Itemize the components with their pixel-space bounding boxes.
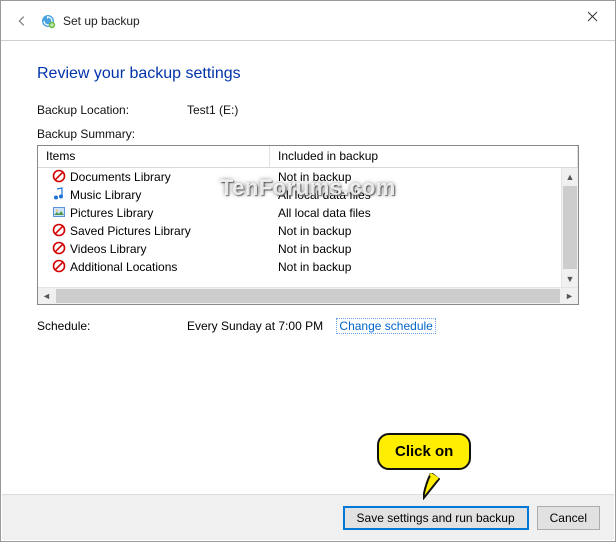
item-name: Saved Pictures Library — [70, 224, 191, 238]
music-icon — [52, 187, 66, 204]
list-item[interactable]: Saved Pictures Library Not in backup — [38, 222, 561, 240]
list-header: Items Included in backup — [38, 146, 578, 168]
backup-app-icon — [39, 12, 57, 30]
prohibit-icon — [52, 169, 66, 186]
back-button[interactable] — [11, 10, 33, 32]
list-item[interactable]: Videos Library Not in backup — [38, 240, 561, 258]
titlebar: Set up backup — [1, 1, 615, 41]
vertical-scrollbar[interactable]: ▲ ▼ — [561, 168, 578, 287]
pictures-icon — [52, 205, 66, 222]
scroll-thumb[interactable] — [563, 186, 577, 269]
scroll-right-icon[interactable]: ► — [561, 288, 578, 304]
list-body: Documents Library Not in backup Music Libr… — [38, 168, 561, 287]
column-header-items[interactable]: Items — [38, 146, 270, 167]
prohibit-icon — [52, 223, 66, 240]
schedule-row: Schedule: Every Sunday at 7:00 PM Change… — [37, 319, 579, 333]
close-button[interactable] — [569, 1, 615, 31]
scroll-left-icon[interactable]: ◄ — [38, 288, 55, 304]
scroll-track[interactable] — [56, 289, 560, 303]
item-status: Not in backup — [270, 260, 561, 274]
item-status: All local data files — [270, 206, 561, 220]
backup-summary-label: Backup Summary: — [37, 127, 135, 141]
backup-summary-label-row: Backup Summary: — [37, 127, 579, 141]
scroll-up-icon[interactable]: ▲ — [562, 168, 578, 185]
item-name: Pictures Library — [70, 206, 153, 220]
item-status: Not in backup — [270, 224, 561, 238]
button-bar: Save settings and run backup Cancel — [2, 494, 614, 540]
cancel-button[interactable]: Cancel — [537, 506, 600, 530]
annotation-callout-tail — [423, 473, 453, 503]
content-area: Review your backup settings Backup Locat… — [1, 41, 615, 333]
item-cell: Videos Library — [38, 241, 270, 258]
backup-location-value: Test1 (E:) — [187, 103, 579, 117]
prohibit-icon — [52, 259, 66, 276]
window-title: Set up backup — [63, 14, 140, 28]
save-and-run-button[interactable]: Save settings and run backup — [343, 506, 529, 530]
item-cell: Pictures Library — [38, 205, 270, 222]
summary-listbox: Items Included in backup Documents Libra… — [37, 145, 579, 305]
item-name: Additional Locations — [70, 260, 177, 274]
list-item[interactable]: Additional Locations Not in backup — [38, 258, 561, 276]
prohibit-icon — [52, 241, 66, 258]
item-status: All local data files — [270, 188, 561, 202]
change-schedule-link[interactable]: Change schedule — [336, 318, 435, 334]
page-heading: Review your backup settings — [37, 65, 579, 83]
list-item[interactable]: Music Library All local data files — [38, 186, 561, 204]
list-item[interactable]: Documents Library Not in backup — [38, 168, 561, 186]
item-cell: Additional Locations — [38, 259, 270, 276]
column-header-included[interactable]: Included in backup — [270, 146, 578, 167]
schedule-value: Every Sunday at 7:00 PM — [187, 319, 323, 333]
item-status: Not in backup — [270, 170, 561, 184]
list-item[interactable]: Pictures Library All local data files — [38, 204, 561, 222]
item-status: Not in backup — [270, 242, 561, 256]
item-name: Documents Library — [70, 170, 171, 184]
schedule-label: Schedule: — [37, 319, 187, 333]
scroll-down-icon[interactable]: ▼ — [562, 270, 578, 287]
item-cell: Music Library — [38, 187, 270, 204]
item-name: Videos Library — [70, 242, 147, 256]
item-name: Music Library — [70, 188, 141, 202]
backup-location-label: Backup Location: — [37, 103, 187, 117]
item-cell: Documents Library — [38, 169, 270, 186]
backup-location-row: Backup Location: Test1 (E:) — [37, 103, 579, 117]
annotation-callout: Click on — [377, 433, 471, 470]
horizontal-scrollbar[interactable]: ◄ ► — [38, 287, 578, 304]
item-cell: Saved Pictures Library — [38, 223, 270, 240]
